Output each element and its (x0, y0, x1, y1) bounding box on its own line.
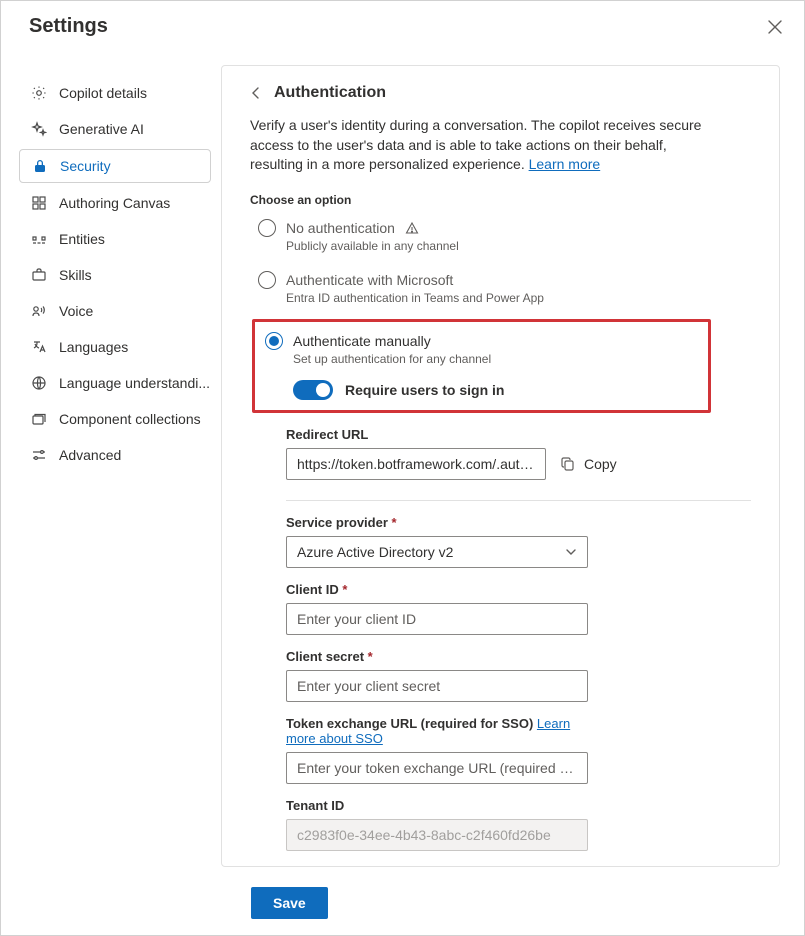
sidebar-item-advanced[interactable]: Advanced (19, 439, 211, 471)
globe-icon (31, 375, 47, 391)
collections-icon (31, 411, 47, 427)
radio-ms-auth[interactable] (258, 271, 276, 289)
warning-icon (405, 221, 419, 235)
sidebar-item-label: Generative AI (59, 121, 144, 137)
sidebar-item-entities[interactable]: Entities (19, 223, 211, 255)
sidebar-item-copilot-details[interactable]: Copilot details (19, 77, 211, 109)
sidebar-item-label: Skills (59, 267, 92, 283)
sidebar-item-component-collections[interactable]: Component collections (19, 403, 211, 435)
sidebar-item-label: Voice (59, 303, 93, 319)
chevron-down-icon (565, 546, 577, 558)
languages-icon (31, 339, 47, 355)
sidebar-item-skills[interactable]: Skills (19, 259, 211, 291)
sliders-icon (31, 447, 47, 463)
require-signin-toggle[interactable] (293, 380, 333, 400)
sidebar-item-label: Languages (59, 339, 128, 355)
learn-more-link[interactable]: Learn more (529, 156, 601, 172)
divider (286, 500, 751, 501)
service-provider-value: Azure Active Directory v2 (297, 544, 453, 560)
sparkle-icon (31, 121, 47, 137)
chevron-left-icon (250, 87, 262, 99)
client-secret-label: Client secret (286, 649, 588, 664)
authentication-panel: Authentication Verify a user's identity … (221, 65, 780, 867)
sidebar-item-label: Security (60, 158, 111, 174)
copy-button[interactable]: Copy (560, 456, 617, 472)
option-authenticate-microsoft[interactable]: Authenticate with Microsoft Entra ID aut… (258, 267, 751, 319)
client-id-label: Client ID (286, 582, 588, 597)
close-icon (768, 20, 782, 34)
sidebar-item-label: Advanced (59, 447, 121, 463)
sidebar-item-label: Authoring Canvas (59, 195, 170, 211)
briefcase-icon (31, 267, 47, 283)
sidebar-item-label: Entities (59, 231, 105, 247)
sidebar-item-language-understanding[interactable]: Language understandi... (19, 367, 211, 399)
token-exchange-label: Token exchange URL (required for SSO) Le… (286, 716, 588, 746)
option-authenticate-manually[interactable]: Authenticate manually Set up authenticat… (265, 328, 698, 400)
copy-icon (560, 456, 576, 472)
sidebar-item-authoring-canvas[interactable]: Authoring Canvas (19, 187, 211, 219)
service-provider-select[interactable]: Azure Active Directory v2 (286, 536, 588, 568)
option-title: Authenticate with Microsoft (286, 272, 453, 288)
redirect-url-label: Redirect URL (286, 427, 751, 442)
tenant-id-label: Tenant ID (286, 798, 588, 813)
redirect-url-input[interactable] (286, 448, 546, 480)
radio-no-auth[interactable] (258, 219, 276, 237)
option-subtitle: Publicly available in any channel (258, 239, 751, 253)
token-exchange-input[interactable] (286, 752, 588, 784)
sidebar-item-generative-ai[interactable]: Generative AI (19, 113, 211, 145)
entities-icon (31, 231, 47, 247)
sidebar: Copilot details Generative AI Security A… (1, 53, 221, 867)
sidebar-item-voice[interactable]: Voice (19, 295, 211, 327)
copy-label: Copy (584, 456, 617, 472)
option-subtitle: Set up authentication for any channel (265, 352, 698, 366)
choose-option-label: Choose an option (250, 193, 751, 207)
sidebar-item-security[interactable]: Security (19, 149, 211, 183)
sidebar-item-languages[interactable]: Languages (19, 331, 211, 363)
tenant-id-input (286, 819, 588, 851)
panel-title: Authentication (274, 84, 386, 102)
highlighted-option-box: Authenticate manually Set up authenticat… (252, 319, 711, 413)
gear-icon (31, 85, 47, 101)
require-signin-label: Require users to sign in (345, 382, 504, 398)
radio-manual-auth[interactable] (265, 332, 283, 350)
option-subtitle: Entra ID authentication in Teams and Pow… (258, 291, 751, 305)
option-title: Authenticate manually (293, 333, 431, 349)
panel-description: Verify a user's identity during a conver… (250, 116, 710, 175)
client-secret-input[interactable] (286, 670, 588, 702)
voice-icon (31, 303, 47, 319)
sidebar-item-label: Language understandi... (59, 375, 210, 391)
lock-icon (32, 158, 48, 174)
save-button[interactable]: Save (251, 887, 328, 919)
sidebar-item-label: Component collections (59, 411, 201, 427)
service-provider-label: Service provider (286, 515, 588, 530)
option-title: No authentication (286, 220, 395, 236)
option-no-authentication[interactable]: No authentication Publicly available in … (258, 215, 751, 267)
back-button[interactable] (250, 87, 262, 99)
sidebar-item-label: Copilot details (59, 85, 147, 101)
close-button[interactable] (764, 16, 786, 38)
page-title: Settings (29, 15, 764, 38)
client-id-input[interactable] (286, 603, 588, 635)
grid-icon (31, 195, 47, 211)
